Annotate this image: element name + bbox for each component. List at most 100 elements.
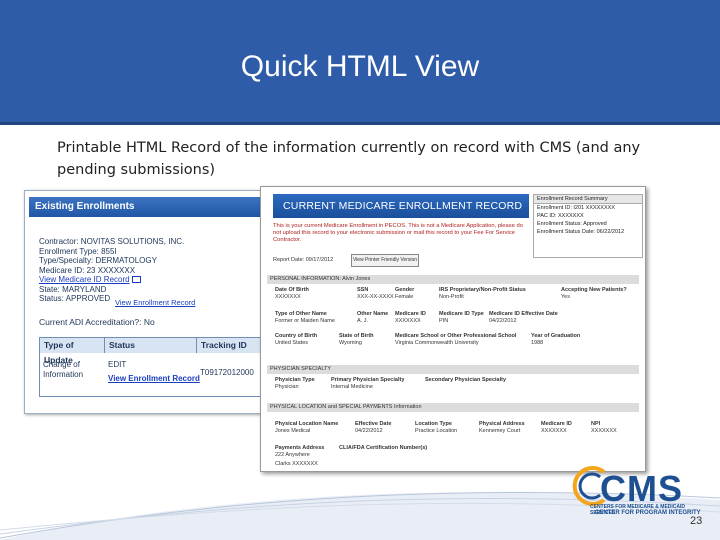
record-field-label: Country of Birth bbox=[275, 333, 318, 339]
record-field-value: Wyoming bbox=[339, 339, 362, 346]
window-icon bbox=[131, 276, 141, 284]
record-field-value: Female bbox=[395, 293, 414, 300]
record-field: Medicare ID XXXXXXX bbox=[541, 421, 572, 434]
record-field-label: Physical Address bbox=[479, 421, 525, 427]
personal-info-header: PERSONAL INFORMATION: Alvin Jones bbox=[267, 275, 639, 284]
printer-friendly-button[interactable]: View Printer Friendly Version bbox=[351, 254, 419, 267]
existing-enrollments-header: Existing Enrollments bbox=[29, 197, 261, 217]
record-field-value: PIN bbox=[439, 317, 449, 324]
record-field-value: 222 Anywhere bbox=[275, 451, 310, 458]
th-tracking-id: Tracking ID bbox=[196, 338, 265, 353]
record-field-label: Secondary Physician Specialty bbox=[425, 377, 507, 383]
view-medicare-id-link[interactable]: View Medicare ID Record bbox=[39, 275, 130, 284]
record-field: Date Of Birth XXXXXXX bbox=[275, 287, 309, 300]
record-field: Gender Female bbox=[395, 287, 414, 300]
record-field-value: Jones Medical bbox=[275, 427, 311, 434]
record-field: Secondary Physician Specialty bbox=[425, 377, 506, 384]
record-field: Medicare ID Type PIN bbox=[439, 311, 484, 324]
td-tracking-id: T09172012000 bbox=[200, 368, 254, 377]
record-field: State of Birth Wyoming bbox=[339, 333, 374, 346]
record-field-label: Medicare ID Type bbox=[439, 311, 484, 317]
enrollment-type-text: Enrollment Type: 855I bbox=[39, 246, 117, 256]
record-field-value: XXX-XX-XXXX bbox=[357, 293, 394, 300]
record-field-value: Kennemey Court bbox=[479, 427, 521, 434]
record-field-value: 04/22/2012 bbox=[355, 427, 383, 434]
record-field-value: A. J. bbox=[357, 317, 369, 324]
record-field-value: XXXXXXX bbox=[591, 427, 617, 434]
record-field: SSN XXX-XX-XXXX bbox=[357, 287, 394, 300]
record-field: IRS Proprietary/Non-Profit Status Non-Pro… bbox=[439, 287, 526, 300]
record-field-value: XXXXXXX bbox=[541, 427, 567, 434]
record-field-label: Accepting New Patients? bbox=[561, 287, 627, 293]
slide-caption: Printable HTML Record of the information… bbox=[57, 140, 641, 178]
enrollment-record-screenshot: CURRENT MEDICARE ENROLLMENT RECORD Enrol… bbox=[260, 186, 646, 472]
record-field: Medicare ID Effective Date 04/22/2012 bbox=[489, 311, 558, 324]
record-field-label: Medicare ID bbox=[395, 311, 426, 317]
record-field: NPI XXXXXXX bbox=[591, 421, 617, 434]
physician-specialty-header: PHYSICIAN SPECIALTY bbox=[267, 365, 639, 374]
medicare-id-text: Medicare ID: 23 XXXXXXX bbox=[39, 265, 136, 275]
record-field: Type of Other Name Former or Maiden Name bbox=[275, 311, 335, 324]
record-field-value: Practice Location bbox=[415, 427, 458, 434]
record-field-label: Type of Other Name bbox=[275, 311, 327, 317]
slide-title-bar: Quick HTML View bbox=[0, 0, 720, 125]
record-field-label: Payments Address bbox=[275, 445, 325, 451]
record-field: CLIA/FDA Certification Number(s) bbox=[339, 445, 427, 452]
enrollment-record-summary: Enrollment Record Summary Enrollment ID:… bbox=[533, 194, 643, 258]
record-field: Primary Physician Specialty Internal Medi… bbox=[331, 377, 404, 390]
record-field-label: State of Birth bbox=[339, 333, 374, 339]
record-field-value: 1988 bbox=[531, 339, 544, 346]
record-field: Physical Address Kennemey Court bbox=[479, 421, 525, 434]
enrollment-details: Contractor: NOVITAS SOLUTIONS, INC. Enro… bbox=[39, 237, 184, 304]
record-field-value: United States bbox=[275, 339, 309, 346]
record-field: Other Name A. J. bbox=[357, 311, 388, 324]
record-field-label: NPI bbox=[591, 421, 601, 427]
record-field-value: Former or Maiden Name bbox=[275, 317, 335, 324]
record-field-label: Date Of Birth bbox=[275, 287, 309, 293]
cms-logo: CMS CENTERS FOR MEDICARE & MEDICAID SERV… bbox=[570, 466, 710, 524]
record-field-value: Internal Medicine bbox=[331, 383, 373, 390]
record-warning: This is your current Medicare Enrollment… bbox=[273, 223, 523, 243]
state-text: State: MARYLAND bbox=[39, 284, 107, 294]
record-field-value: Yes bbox=[561, 293, 570, 300]
adi-accreditation-text: Current ADI Accreditation?: No bbox=[39, 317, 155, 327]
record-field: Physician Type Physician bbox=[275, 377, 315, 390]
record-field: Country of Birth United States bbox=[275, 333, 317, 346]
summary-status-date: Enrollment Status Date: 06/22/2012 bbox=[537, 229, 625, 235]
record-field-label: SSN bbox=[357, 287, 369, 293]
summary-pac-id: PAC ID: XXXXXXX bbox=[537, 213, 584, 219]
record-field-value: XXXXXXX bbox=[275, 293, 301, 300]
td-view-enrollment-record-link[interactable]: View Enrollment Record bbox=[108, 374, 200, 384]
record-field-label: Other Name bbox=[357, 311, 389, 317]
summary-enrollment-id: Enrollment ID: I201 XXXXXXXX bbox=[537, 205, 615, 211]
record-field-label: Primary Physician Specialty bbox=[331, 377, 405, 383]
slide-title: Quick HTML View bbox=[240, 50, 480, 83]
report-date: Report Date: 09/17/2012 bbox=[273, 257, 334, 263]
view-enrollment-record-link[interactable]: View Enrollment Record bbox=[115, 298, 195, 307]
record-field-value: Non-Profit bbox=[439, 293, 464, 300]
page-number: 23 bbox=[690, 515, 703, 527]
record-field-label: Year of Graduation bbox=[531, 333, 581, 339]
th-status: Status bbox=[104, 338, 196, 353]
record-field-label: Physical Location Name bbox=[275, 421, 339, 427]
summary-header: Enrollment Record Summary bbox=[534, 195, 642, 204]
record-field: Physical Location Name Jones Medical bbox=[275, 421, 338, 434]
existing-enrollments-screenshot: Existing Enrollments Contractor: NOVITAS… bbox=[24, 190, 266, 414]
record-field-label: Medicare ID Effective Date bbox=[489, 311, 558, 317]
record-field-label: Medicare ID bbox=[541, 421, 572, 427]
record-field-value: 04/22/2012 bbox=[489, 317, 517, 324]
record-banner: CURRENT MEDICARE ENROLLMENT RECORD bbox=[273, 194, 529, 218]
record-field-value: XXXXXXX bbox=[395, 317, 421, 324]
physical-location-header: PHYSICAL LOCATION and SPECIAL PAYMENTS I… bbox=[267, 403, 639, 412]
record-field-label: Location Type bbox=[415, 421, 452, 427]
td-type: Change of Information bbox=[43, 360, 84, 379]
type-specialty-text: Type/Specialty: DERMATOLOGY bbox=[39, 256, 157, 265]
record-field: Accepting New Patients? Yes bbox=[561, 287, 627, 300]
record-field: Location Type Practice Location bbox=[415, 421, 457, 434]
contractor-text: Contractor: NOVITAS SOLUTIONS, INC. bbox=[39, 237, 185, 246]
record-field-label: CLIA/FDA Certification Number(s) bbox=[339, 445, 428, 451]
th-type-of-update: Type of Update bbox=[40, 338, 104, 365]
record-field-value: Virginia Commonwealth University bbox=[395, 339, 479, 346]
record-field-label: IRS Proprietary/Non-Profit Status bbox=[439, 287, 526, 293]
record-field: Year of Graduation 1988 bbox=[531, 333, 580, 346]
